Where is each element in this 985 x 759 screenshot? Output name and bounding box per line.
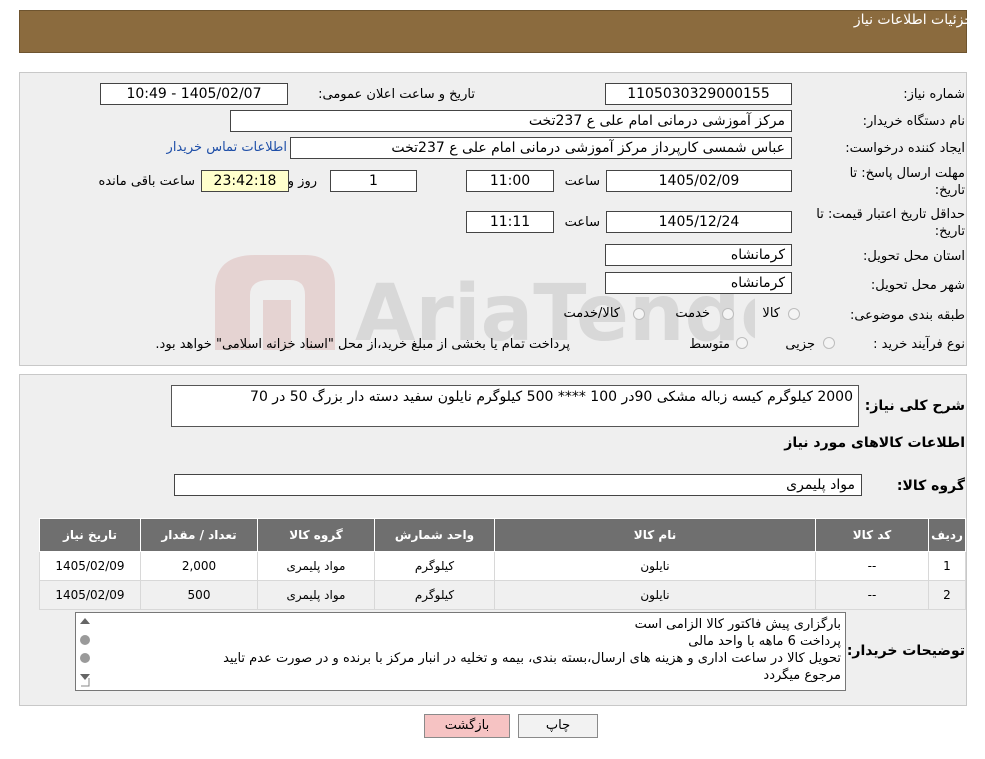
col-unit: واحد شمارش [374,518,495,552]
days-remaining-field: 1 [330,170,417,192]
cell-unit: کیلوگرم [374,580,495,610]
announce-field: 1405/02/07 - 10:49 [100,83,288,105]
goods-table: ردیف کد کالا نام کالا واحد شمارش گروه کا… [39,518,966,610]
city-field: کرمانشاه [605,272,792,294]
deadline-time-field: 11:00 [466,170,554,192]
time-remaining-label: ساعت باقی مانده [98,174,195,189]
notes-scrollbar[interactable] [77,614,93,688]
buyer-notes-label: توضیحات خریدار: [846,643,965,659]
col-goods-group: گروه کالا [257,518,375,552]
time-remaining-field: 23:42:18 [201,170,289,192]
notes-line: پرداخت 6 ماهه با واحد مالی [688,634,841,649]
goods-group-label: گروه کالا: [896,478,965,494]
cell-row-number: 2 [928,580,966,610]
col-goods-code: کد کالا [815,518,929,552]
validity-label-2: تاریخ: [934,224,965,239]
process-type-label: نوع فرآیند خرید : [873,337,965,352]
deadline-label-2: تاریخ: [934,183,965,198]
treasury-note: پرداخت تمام یا بخشی از مبلغ خرید،از محل … [155,337,570,352]
requester-field: عباس شمسی کارپرداز مرکز آموزشی درمانی ام… [290,137,792,159]
table-row: 1 -- نایلون کیلوگرم مواد پلیمری 2,000 14… [39,551,966,581]
cell-row-number: 1 [928,551,966,581]
category-service-radio[interactable] [722,308,734,320]
deadline-date-field: 1405/02/09 [606,170,792,192]
process-partial-label: جزیی [785,337,815,352]
need-number-field: 1105030329000155 [605,83,792,105]
scroll-thumb-icon [80,635,90,645]
goods-info-title: اطلاعات کالاهای مورد نیاز [784,435,965,451]
category-goods-label: کالا [762,306,780,321]
days-label: روز و [287,174,317,189]
category-goods-service-radio[interactable] [633,308,645,320]
buyer-org-label: نام دستگاه خریدار: [862,114,965,129]
category-label: طبقه بندی موضوعی: [849,308,965,323]
table-header-row: ردیف کد کالا نام کالا واحد شمارش گروه کا… [39,518,966,552]
cell-quantity: 2,000 [140,551,258,581]
deadline-label: مهلت ارسال پاسخ: تا [849,166,965,181]
validity-time-field: 11:11 [466,211,554,233]
summary-label: شرح کلی نیاز: [864,398,965,414]
page-title: جزئیات اطلاعات نیاز [853,12,973,28]
page-header [19,10,967,53]
city-label: شهر محل تحویل: [870,278,965,293]
process-medium-label: متوسط [689,337,730,352]
scroll-up-icon [80,618,90,624]
province-field: کرمانشاه [605,244,792,266]
need-number-label: شماره نیاز: [903,87,965,102]
cell-need-date: 1405/02/09 [39,551,141,581]
province-label: استان محل تحویل: [863,249,965,264]
validity-date-field: 1405/12/24 [606,211,792,233]
notes-line: بارگزاری پیش فاکتور کالا الزامی است [634,617,841,632]
deadline-time-label: ساعت [564,174,600,189]
cell-quantity: 500 [140,580,258,610]
cell-goods-code: -- [815,580,929,610]
announce-label: تاریخ و ساعت اعلان عمومی: [318,87,475,102]
col-quantity: تعداد / مقدار [140,518,258,552]
category-goods-radio[interactable] [788,308,800,320]
col-need-date: تاریخ نیاز [39,518,141,552]
process-medium-radio[interactable] [736,337,748,349]
category-service-label: خدمت [675,306,710,321]
col-goods-name: نام کالا [494,518,816,552]
validity-label: حداقل تاریخ اعتبار قیمت: تا [816,207,965,222]
cell-goods-group: مواد پلیمری [257,580,375,610]
table-row: 2 -- نایلون کیلوگرم مواد پلیمری 500 1405… [39,580,966,610]
scroll-thumb-icon [80,653,90,663]
cell-goods-name: نایلون [494,551,816,581]
cell-goods-code: -- [815,551,929,581]
back-button[interactable]: بازگشت [424,714,510,738]
buyer-notes-textarea[interactable]: بارگزاری پیش فاکتور کالا الزامی است پردا… [75,612,846,691]
process-partial-radio[interactable] [823,337,835,349]
cell-goods-name: نایلون [494,580,816,610]
cell-goods-group: مواد پلیمری [257,551,375,581]
col-row-number: ردیف [928,518,966,552]
notes-line: مرجوع میگردد [763,668,841,683]
summary-text: 2000 کیلوگرم کیسه زباله مشکی 90در 100 **… [250,389,853,405]
cell-need-date: 1405/02/09 [39,580,141,610]
summary-textarea[interactable]: 2000 کیلوگرم کیسه زباله مشکی 90در 100 **… [171,385,859,427]
category-goods-service-label: کالا/خدمت [563,306,620,321]
buyer-org-field: مرکز آموزشی درمانی امام علی ع 237تخت [230,110,792,132]
goods-group-field: مواد پلیمری [174,474,862,496]
contact-buyer-link[interactable]: اطلاعات تماس خریدار [167,140,287,155]
print-button[interactable]: چاپ [518,714,598,738]
requester-label: ایجاد کننده درخواست: [845,141,965,156]
notes-line: تحویل کالا در ساعت اداری و هزینه های ارس… [223,651,841,666]
cell-unit: کیلوگرم [374,551,495,581]
validity-time-label: ساعت [564,215,600,230]
